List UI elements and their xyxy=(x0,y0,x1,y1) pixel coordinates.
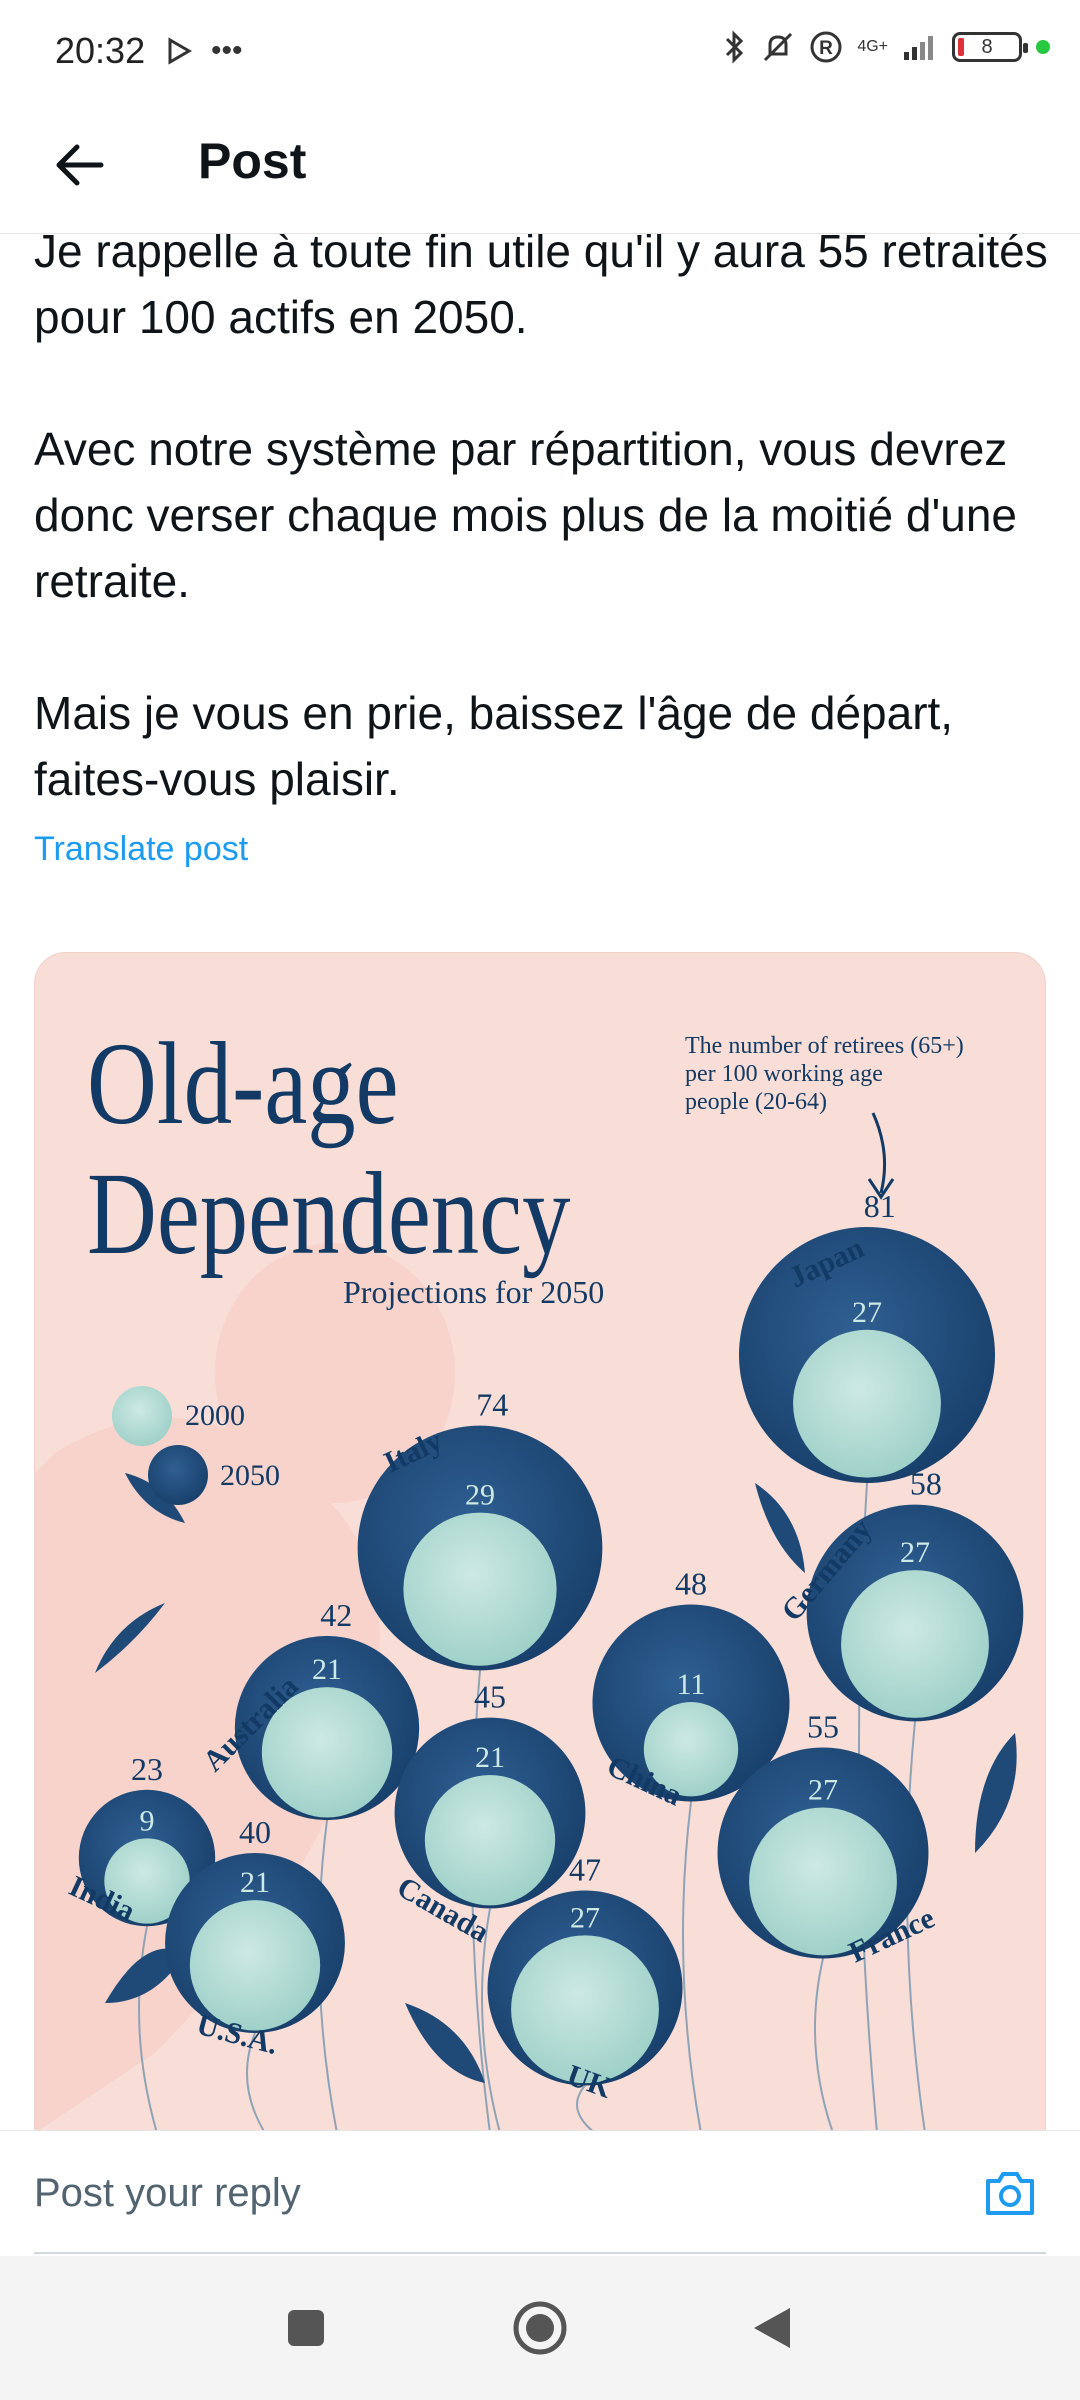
value-2050-label: 74 xyxy=(476,1387,508,1423)
stem-france xyxy=(814,1958,834,2131)
value-2000-label: 27 xyxy=(808,1774,838,1807)
value-2000-label: 21 xyxy=(312,1653,342,1686)
subtitle: Projections for 2050 xyxy=(343,1274,604,1310)
battery-icon: 8 xyxy=(952,32,1028,62)
value-2000-label: 27 xyxy=(852,1296,882,1329)
registered-icon: R xyxy=(810,31,842,63)
value-2000-label: 9 xyxy=(140,1804,155,1837)
legend-2000-swatch xyxy=(112,1386,172,1446)
value-2050-label: 48 xyxy=(675,1565,707,1601)
arrow-left-icon xyxy=(56,144,104,186)
value-2050-label: 40 xyxy=(239,1814,271,1850)
legend-2050-swatch xyxy=(148,1445,208,1505)
home-button[interactable] xyxy=(510,2298,570,2358)
battery-level: 8 xyxy=(981,35,993,58)
value-2000-label: 11 xyxy=(677,1668,706,1701)
translate-post-link[interactable]: Translate post xyxy=(34,830,248,869)
status-time: 20:32 xyxy=(55,30,146,71)
app-bar: Post xyxy=(0,106,1080,234)
legend-2050-label: 2050 xyxy=(220,1459,280,1492)
page-title: Post xyxy=(198,133,307,189)
mute-bell-icon xyxy=(764,32,793,62)
back-button[interactable] xyxy=(44,130,114,200)
post-image[interactable]: Old-age Dependency Projections for 2050 … xyxy=(34,952,1046,2132)
title-line1: Old-age xyxy=(87,1019,399,1149)
value-2050-label: 45 xyxy=(474,1679,506,1715)
bubble-2000-uk xyxy=(511,1935,659,2084)
network-type: 4G+ xyxy=(857,38,888,55)
value-2050-label: 58 xyxy=(910,1466,942,1502)
post-paragraph: Mais je vous en prie, baissez l'âge de d… xyxy=(34,687,954,805)
value-2000-label: 21 xyxy=(475,1741,505,1774)
reply-input[interactable]: Post your reply xyxy=(34,2171,301,2216)
value-2050-label: 81 xyxy=(864,1188,896,1224)
status-bar: 20:32 ••• R 4G+ 8 xyxy=(0,0,1080,106)
value-2000-label: 21 xyxy=(240,1866,270,1899)
svg-text:R: R xyxy=(819,38,833,59)
value-2000-label: 29 xyxy=(465,1479,495,1512)
bubble-2000-italy xyxy=(403,1512,557,1666)
note-line1: The number of retirees (65+) xyxy=(685,1033,964,1059)
post-paragraph: Avec notre système par répartition, vous… xyxy=(34,423,1018,607)
system-nav-bar xyxy=(0,2256,1080,2400)
infographic-chart: Old-age Dependency Projections for 2050 … xyxy=(35,1019,1024,2131)
more-dots-icon: ••• xyxy=(211,34,243,67)
title-line2: Dependency xyxy=(87,1149,571,1279)
square-icon xyxy=(288,2310,324,2346)
back-nav-button[interactable] xyxy=(742,2298,802,2358)
post-text: Je rappelle à toute fin utile qu'il y au… xyxy=(34,218,1054,878)
bubble-2000-canada xyxy=(424,1775,556,1906)
home-circle-icon xyxy=(513,2301,567,2355)
value-2050-label: 47 xyxy=(569,1851,601,1887)
value-2000-label: 27 xyxy=(900,1536,930,1569)
value-2000-label: 27 xyxy=(570,1901,600,1934)
value-2050-label: 23 xyxy=(131,1751,163,1787)
bluetooth-icon xyxy=(726,30,744,64)
note-arrow xyxy=(867,1112,895,1200)
reply-bar: Post your reply xyxy=(0,2130,1080,2252)
triangle-back-icon xyxy=(754,2308,790,2348)
privacy-dot xyxy=(1036,40,1050,54)
play-store-icon xyxy=(168,37,192,65)
note-line3: people (20-64) xyxy=(685,1089,827,1115)
post-paragraph: Je rappelle à toute fin utile qu'il y au… xyxy=(34,225,1048,343)
signal-icon xyxy=(904,36,933,60)
value-2050-label: 42 xyxy=(320,1597,352,1633)
legend-2000-label: 2000 xyxy=(185,1399,245,1432)
reply-underline xyxy=(34,2252,1046,2254)
status-notification-icons: ••• xyxy=(165,34,243,68)
camera-icon xyxy=(986,2172,1034,2215)
recent-apps-button[interactable] xyxy=(276,2298,336,2358)
note-line2: per 100 working age xyxy=(685,1061,883,1087)
bubble-2000-germany xyxy=(841,1570,989,1718)
value-2050-label: 55 xyxy=(807,1709,839,1745)
bubble-2000-japan xyxy=(793,1329,941,1478)
status-system-icons: R 4G+ 8 xyxy=(723,30,1050,64)
stem-china xyxy=(682,1801,702,2131)
camera-button[interactable] xyxy=(980,2163,1040,2223)
